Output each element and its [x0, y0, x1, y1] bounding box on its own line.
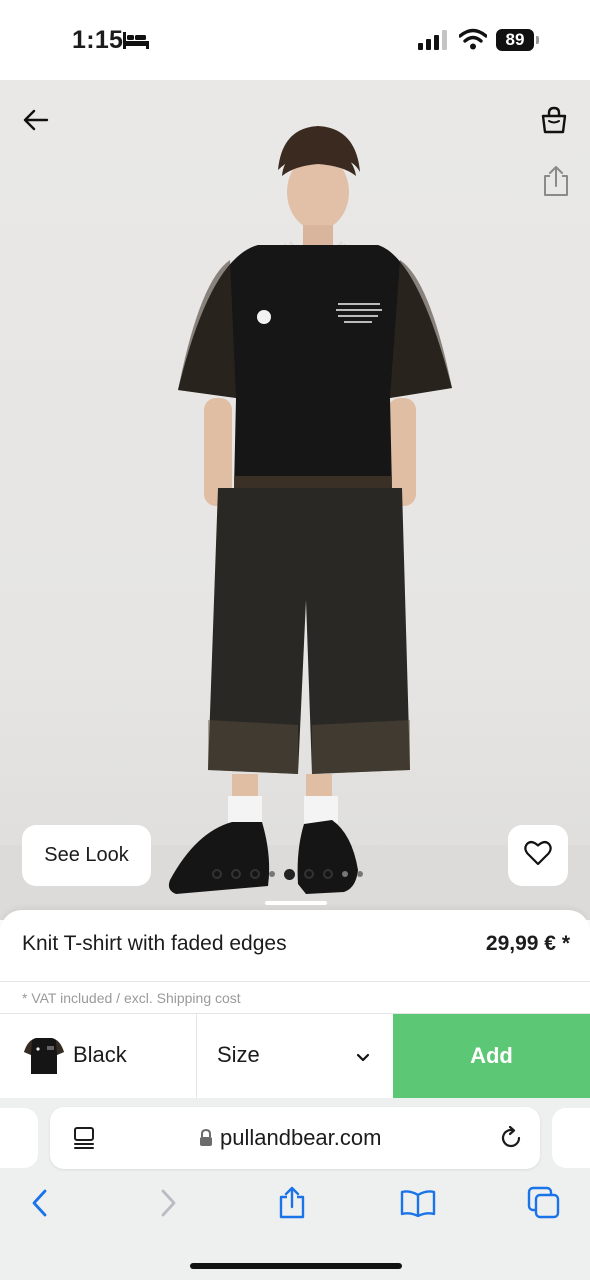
status-time: 1:15 [72, 26, 124, 54]
carousel-dot[interactable] [357, 871, 363, 877]
carousel-dots[interactable] [212, 868, 363, 880]
color-selector[interactable]: Black [0, 1014, 197, 1098]
wifi-icon [458, 28, 488, 55]
previous-tab-preview[interactable] [0, 1108, 38, 1168]
browser-share-button[interactable] [272, 1186, 312, 1225]
url-text[interactable]: pullandbear.com [220, 1125, 381, 1151]
browser-bookmarks-button[interactable] [398, 1188, 438, 1222]
next-tab-preview[interactable] [552, 1108, 590, 1168]
favorite-button[interactable] [508, 825, 568, 886]
size-selector[interactable]: Size [198, 1014, 393, 1098]
tabs-icon [527, 1186, 561, 1225]
carousel-dot[interactable] [342, 871, 348, 877]
carousel-dot-active[interactable] [284, 868, 295, 880]
divider [0, 981, 590, 982]
sheet-grabber[interactable] [265, 901, 327, 905]
home-indicator[interactable] [190, 1263, 402, 1269]
signal-icon [418, 30, 450, 55]
back-arrow-icon[interactable] [20, 104, 52, 136]
reader-mode-icon[interactable] [72, 1126, 96, 1155]
product-title: Knit T-shirt with faded edges [22, 932, 287, 955]
size-label: Size [217, 1042, 260, 1067]
carousel-dot[interactable] [250, 869, 260, 879]
bed-icon [122, 30, 150, 55]
product-panel: Knit T-shirt with faded edges 29,99 € * … [0, 910, 590, 1098]
bookmarks-icon [400, 1189, 436, 1222]
share-icon [277, 1186, 307, 1225]
carousel-dot[interactable] [231, 869, 241, 879]
back-icon [30, 1188, 50, 1223]
color-label: Black [73, 1042, 127, 1067]
lock-icon [199, 1128, 213, 1152]
carousel-dot[interactable] [212, 869, 222, 879]
chevron-down-icon [356, 1050, 370, 1068]
color-thumbnail [24, 1034, 64, 1083]
heart-outline-icon [524, 840, 552, 871]
browser-back-button[interactable] [20, 1188, 60, 1222]
see-look-button[interactable]: See Look [22, 825, 151, 886]
product-photo[interactable]: See Look [0, 80, 590, 920]
browser-chrome: pullandbear.com [0, 1098, 590, 1280]
carousel-dot[interactable] [269, 871, 275, 877]
battery-cap [536, 36, 539, 44]
vat-note[interactable]: * VAT included / excl. Shipping cost [22, 990, 241, 1006]
forward-icon [158, 1188, 178, 1223]
add-to-cart-button[interactable]: Add [393, 1014, 590, 1098]
carousel-dot[interactable] [304, 869, 314, 879]
shopping-bag-icon[interactable] [538, 104, 570, 136]
address-bar[interactable]: pullandbear.com [50, 1107, 540, 1169]
carousel-dot[interactable] [323, 869, 333, 879]
battery-icon: 89 [496, 29, 534, 51]
status-bar: 1:15 89 [0, 0, 590, 80]
reload-icon[interactable] [498, 1125, 524, 1156]
product-price: 29,99 € * [485, 932, 570, 955]
browser-forward-button[interactable] [148, 1188, 188, 1222]
model-illustration [0, 126, 590, 920]
browser-tabs-button[interactable] [524, 1186, 564, 1225]
share-icon[interactable] [540, 164, 572, 198]
